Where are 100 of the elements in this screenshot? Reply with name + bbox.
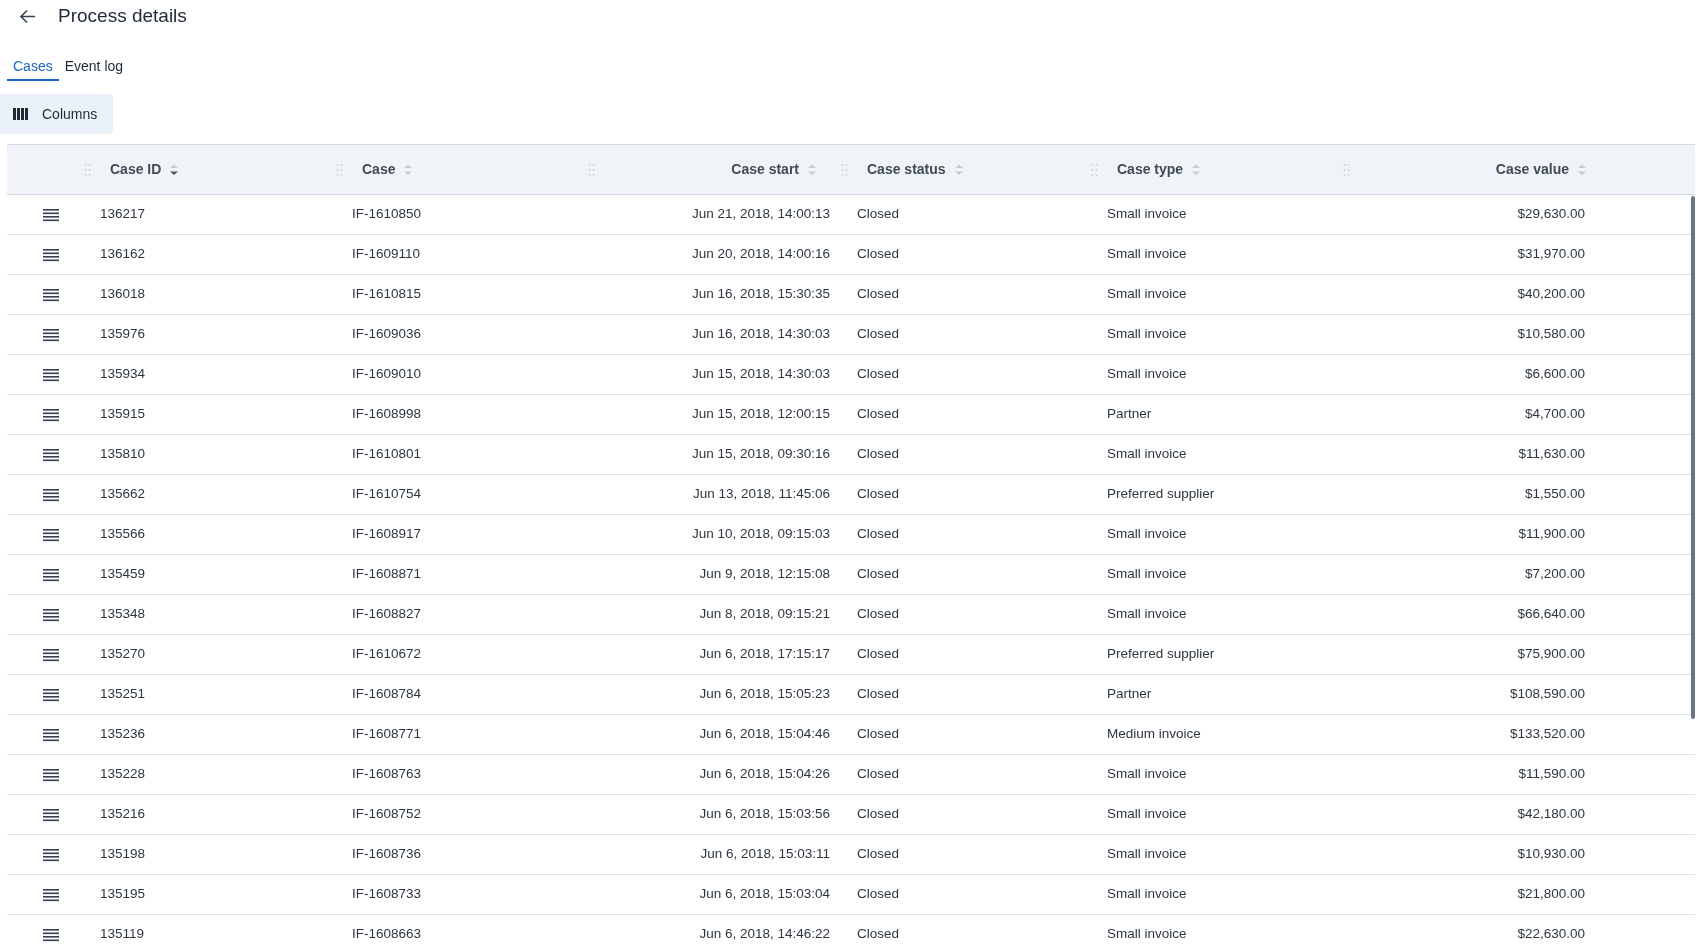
table-cell-text: Preferred supplier: [1107, 645, 1215, 664]
menu-icon[interactable]: [43, 927, 59, 942]
menu-icon[interactable]: [43, 527, 59, 542]
drag-handle-icon[interactable]: [84, 163, 91, 176]
table-cell-text: Closed: [857, 405, 900, 424]
table-cell-text: Small invoice: [1107, 325, 1187, 344]
column-header[interactable]: Case start: [731, 159, 799, 180]
table-cell-text: IF-1608771: [352, 725, 422, 744]
table-cell-text: IF-1608736: [352, 845, 422, 864]
table-cell-text: Closed: [857, 365, 900, 384]
table-cell-text: IF-1608917: [352, 525, 422, 544]
table-cell-text: Small invoice: [1107, 525, 1187, 544]
table-cell-text: $11,630.00: [1518, 445, 1585, 464]
page-title: Process details: [58, 3, 187, 28]
table-cell-text: $22,630.00: [1517, 925, 1585, 944]
tab[interactable]: Cases: [7, 56, 59, 81]
table-cell-text: Jun 20, 2018, 14:00:16: [691, 245, 830, 264]
table-cell-text: Closed: [857, 525, 900, 544]
menu-icon[interactable]: [43, 727, 59, 742]
menu-icon[interactable]: [43, 567, 59, 582]
table-cell-text: Small invoice: [1107, 365, 1187, 384]
table-cell-text: Medium invoice: [1107, 725, 1201, 744]
table-cell-text: Jun 15, 2018, 14:30:03: [691, 365, 830, 384]
table-cell-text: 135228: [100, 765, 146, 784]
column-header[interactable]: Case: [362, 159, 396, 180]
drag-handle-icon[interactable]: [1091, 163, 1098, 176]
menu-icon[interactable]: [43, 887, 59, 902]
table-cell-text: IF-1608663: [352, 925, 422, 944]
table-cell-text: IF-1610754: [352, 485, 422, 504]
table-cell-text: Jun 6, 2018, 15:04:26: [699, 765, 830, 784]
menu-icon[interactable]: [43, 207, 59, 222]
drag-handle-icon[interactable]: [841, 163, 848, 176]
table-cell-text: Jun 6, 2018, 17:15:17: [699, 645, 830, 664]
table-cell-text: IF-1608784: [352, 685, 422, 704]
menu-icon[interactable]: [43, 687, 59, 702]
menu-icon[interactable]: [43, 607, 59, 622]
table-cell-text: Small invoice: [1107, 765, 1187, 784]
menu-icon[interactable]: [43, 247, 59, 262]
table-cell-text: 135566: [100, 525, 146, 544]
table-cell-text: Closed: [857, 605, 900, 624]
table-cell-text: Small invoice: [1107, 605, 1187, 624]
table-cell-text: Jun 6, 2018, 15:03:04: [699, 885, 830, 904]
table-cell-text: Jun 13, 2018, 11:45:06: [692, 485, 830, 504]
table-cell-text: Closed: [857, 685, 900, 704]
menu-icon[interactable]: [43, 327, 59, 342]
table-cell-text: $11,900.00: [1518, 525, 1585, 544]
table-cell-text: Jun 9, 2018, 12:15:08: [699, 565, 830, 584]
table-cell-text: 136217: [100, 205, 146, 224]
table-cell-text: 135198: [100, 845, 146, 864]
table-cell-text: Closed: [857, 445, 900, 464]
drag-handle-icon[interactable]: [336, 163, 343, 176]
table-cell-text: Jun 6, 2018, 15:05:23: [699, 685, 830, 704]
table-cell-text: Jun 16, 2018, 14:30:03: [691, 325, 830, 344]
table-cell-text: $6,600.00: [1524, 365, 1585, 384]
menu-icon[interactable]: [43, 287, 59, 302]
table-cell-text: Small invoice: [1107, 245, 1187, 264]
column-header[interactable]: Case ID: [110, 159, 162, 180]
table-cell-text: Closed: [857, 645, 900, 664]
table-cell-text: Small invoice: [1107, 285, 1187, 304]
table-cell-text: 135270: [100, 645, 146, 664]
menu-icon[interactable]: [43, 847, 59, 862]
drag-handle-icon[interactable]: [1343, 163, 1350, 176]
column-header[interactable]: Case type: [1117, 159, 1184, 180]
table-cell-text: IF-1609036: [352, 325, 422, 344]
table-cell-text: Partner: [1107, 685, 1152, 704]
table-cell-text: 135934: [100, 365, 146, 384]
menu-icon[interactable]: [43, 807, 59, 822]
table-cell-text: Jun 6, 2018, 15:03:56: [699, 805, 830, 824]
table-cell-text: IF-1608752: [352, 805, 422, 824]
table-cell-text: Jun 6, 2018, 15:04:46: [699, 725, 830, 744]
table-cell-text: $10,580.00: [1517, 325, 1585, 344]
table-cell-text: 135976: [100, 325, 146, 344]
table-cell-text: Small invoice: [1107, 565, 1187, 584]
menu-icon[interactable]: [43, 367, 59, 382]
tab[interactable]: Event log: [64, 56, 124, 81]
table-cell-text: 135251: [100, 685, 146, 704]
column-header[interactable]: Case value: [1495, 159, 1569, 180]
table-cell-text: 136018: [100, 285, 146, 304]
sort-descending-icon[interactable]: [169, 163, 180, 176]
drag-handle-icon[interactable]: [588, 163, 595, 176]
table-cell-text: Jun 15, 2018, 12:00:15: [691, 405, 830, 424]
back-arrow-icon[interactable]: [19, 8, 36, 24]
table-cell-text: Small invoice: [1107, 845, 1187, 864]
table-cell-text: 135459: [100, 565, 146, 584]
column-header[interactable]: Case status: [867, 159, 946, 180]
table-cell-text: 135348: [100, 605, 146, 624]
table-cell-text: Small invoice: [1107, 445, 1187, 464]
menu-icon[interactable]: [43, 407, 59, 422]
columns-button[interactable]: Columns: [0, 94, 114, 134]
table-cell-text: $1,550.00: [1524, 485, 1585, 504]
menu-icon[interactable]: [43, 487, 59, 502]
scrollbar[interactable]: [1691, 196, 1695, 719]
table-cell-text: IF-1610801: [352, 445, 422, 464]
table-cell-text: 135236: [100, 725, 146, 744]
table-cell-text: $31,970.00: [1517, 245, 1585, 264]
table-cell-text: Closed: [857, 325, 900, 344]
menu-icon[interactable]: [43, 647, 59, 662]
menu-icon[interactable]: [43, 447, 59, 462]
menu-icon[interactable]: [43, 767, 59, 782]
table-cell-text: $66,640.00: [1517, 605, 1585, 624]
